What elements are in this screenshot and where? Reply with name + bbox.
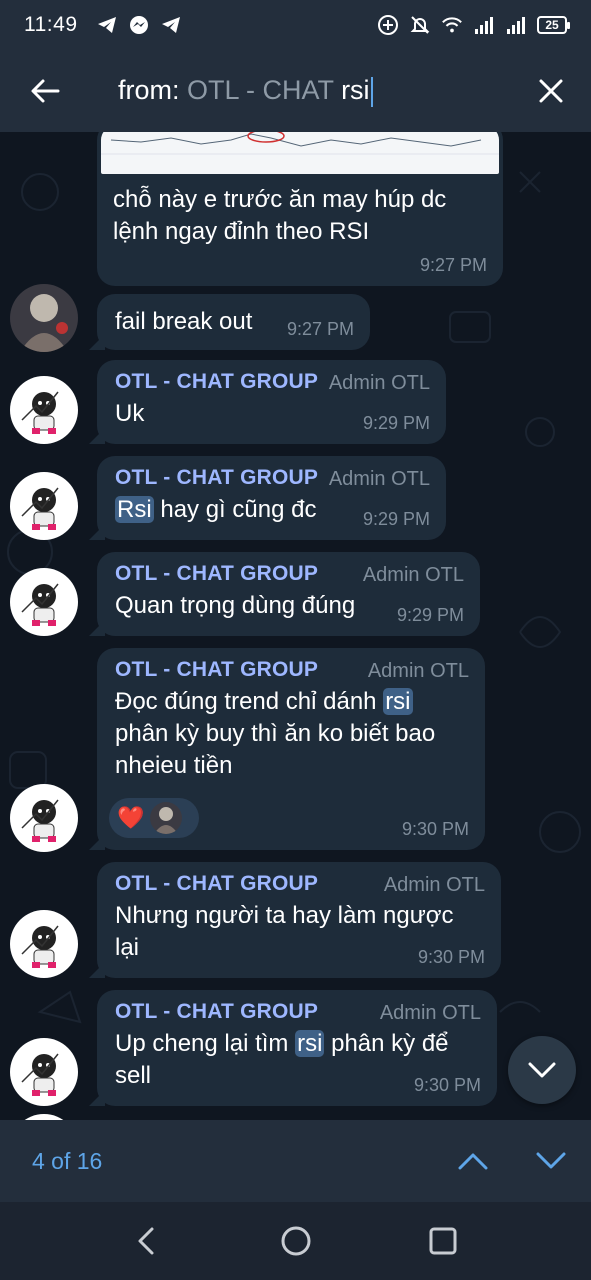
heart-reaction-icon: ❤️ <box>117 805 145 830</box>
sender-role: Admin OTL <box>362 564 464 586</box>
home-circle-icon <box>281 1226 311 1256</box>
messenger-icon <box>128 14 150 36</box>
astronaut-logo <box>21 487 59 530</box>
arrow-left-icon <box>31 79 60 103</box>
scroll-to-bottom-button[interactable] <box>508 1036 576 1104</box>
sender-role: Admin OTL <box>383 874 485 896</box>
data-saver-icon <box>377 14 399 36</box>
chat-messages[interactable]: chỗ này e trước ăn may húp dc lệnh ngay … <box>0 132 591 1120</box>
astronaut-logo <box>21 391 59 434</box>
message-line: nheieu tiền <box>115 752 233 779</box>
system-home-button[interactable] <box>276 1221 316 1261</box>
message-time: 9:29 PM <box>362 413 430 433</box>
search-chat-filter: OTL - CHAT <box>187 75 334 106</box>
previous-result-button[interactable] <box>450 1138 496 1184</box>
message-bubble[interactable]: OTL - CHAT GROUP Admin OTL Đọc đúng tren… <box>89 648 485 850</box>
telegram-icon <box>160 14 182 36</box>
astronaut-logo <box>21 925 59 968</box>
group-avatar[interactable] <box>10 1038 78 1106</box>
result-counter: 4 of 16 <box>32 1147 103 1174</box>
chevron-up-icon <box>458 1153 488 1170</box>
search-input[interactable]: from: OTL - CHAT rsi <box>90 75 511 107</box>
text-cursor <box>370 76 373 107</box>
message-time: 9:29 PM <box>396 605 464 625</box>
message-bubble[interactable]: OTL - CHAT GROUP Admin OTL Quan trọng dù… <box>89 552 480 636</box>
message-time: 9:30 PM <box>401 819 469 839</box>
sender-role: Admin OTL <box>379 1002 481 1024</box>
astronaut-logo <box>21 583 59 626</box>
message-time: 9:30 PM <box>417 947 485 967</box>
message-text: fail break out <box>115 308 253 335</box>
search-prefix: from: <box>118 75 180 106</box>
sender-role: Admin OTL <box>328 372 430 394</box>
search-query: rsi <box>341 75 370 106</box>
battery-icon: 25 <box>537 16 570 34</box>
sender-role: Admin OTL <box>328 468 430 490</box>
signal-icon <box>473 14 495 36</box>
close-search-button[interactable] <box>511 50 591 132</box>
message-time: 9:30 PM <box>413 1075 481 1095</box>
message-bubble[interactable]: OTL - CHAT GROUP Admin OTL Uk 9:29 PM <box>89 360 446 444</box>
chart-image-preview[interactable] <box>101 132 499 174</box>
group-avatar[interactable] <box>10 910 78 978</box>
message-line: Nhưng người ta hay làm ngược <box>115 902 454 929</box>
astronaut-logo <box>21 1053 59 1096</box>
message-time: 9:27 PM <box>286 319 354 339</box>
message-time: 9:29 PM <box>362 509 430 529</box>
signal-icon <box>505 14 527 36</box>
message-bubble[interactable]: OTL - CHAT GROUP Admin OTL Nhưng người t… <box>89 862 501 978</box>
message-bubble[interactable]: OTL - CHAT GROUP Admin OTL Up cheng lại … <box>89 990 497 1106</box>
mute-icon <box>409 14 431 36</box>
group-avatar[interactable] <box>10 784 78 852</box>
message-text-start: Up cheng lại tìm <box>115 1030 296 1057</box>
message-bubble[interactable]: fail break out 9:27 PM <box>89 294 370 350</box>
message-time: 9:27 PM <box>419 255 487 275</box>
search-highlight: rsi <box>383 688 413 715</box>
search-header: from: OTL - CHAT rsi <box>0 50 591 132</box>
group-avatar[interactable] <box>10 568 78 636</box>
user-avatar[interactable] <box>10 284 78 352</box>
astronaut-logo <box>21 799 59 842</box>
system-back-button[interactable] <box>126 1221 166 1261</box>
message-line: phân kỳ buy thì ăn ko biết bao <box>115 720 436 747</box>
back-triangle-icon <box>138 1227 154 1255</box>
message-text-rest: phân kỳ để <box>324 1030 449 1057</box>
reactor-avatar <box>150 802 183 834</box>
group-avatar[interactable] <box>10 472 78 540</box>
close-icon <box>539 79 563 103</box>
battery-level: 25 <box>545 18 559 32</box>
message-bubble[interactable]: OTL - CHAT GROUP Admin OTL Rsi hay gì cũ… <box>89 456 446 540</box>
back-button[interactable] <box>0 50 90 132</box>
message-text: Đọc đúng trend chỉ dánh rsi phân kỳ buy … <box>115 686 467 782</box>
message-text-start: Đọc đúng trend chỉ dánh <box>115 688 384 715</box>
wifi-icon <box>441 14 463 36</box>
search-results-bar: 4 of 16 <box>0 1120 591 1202</box>
message-text-rest: hay gì cũng đc <box>153 496 317 523</box>
system-navigation-bar <box>0 1202 591 1280</box>
status-bar: 11:49 25 <box>0 0 591 50</box>
message-line: Đọc đúng trend chỉ dánh rsi <box>115 686 467 718</box>
message-text: chỗ này e trước ăn may húp dc lệnh ngay … <box>113 186 447 245</box>
search-highlight: Rsi <box>115 496 154 523</box>
status-time: 11:49 <box>24 13 78 36</box>
search-highlight: rsi <box>295 1030 325 1057</box>
recents-square-icon <box>429 1227 457 1255</box>
group-avatar[interactable] <box>10 376 78 444</box>
message-bubble[interactable]: chỗ này e trước ăn may húp dc lệnh ngay … <box>97 132 503 286</box>
chevron-down-icon <box>536 1152 566 1169</box>
next-result-button[interactable] <box>528 1138 574 1184</box>
message-line: Up cheng lại tìm rsi phân kỳ để <box>115 1028 479 1060</box>
chevron-down-icon <box>528 1062 556 1078</box>
reaction-chip[interactable]: ❤️ <box>109 798 199 838</box>
telegram-icon <box>96 14 118 36</box>
sender-role: Admin OTL <box>367 660 469 682</box>
system-recents-button[interactable] <box>423 1221 463 1261</box>
